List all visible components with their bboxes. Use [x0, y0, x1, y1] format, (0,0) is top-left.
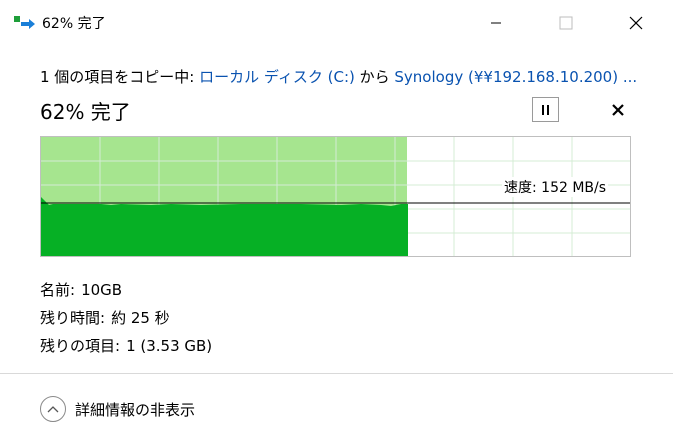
- time-remaining-label: 残り時間:: [40, 309, 106, 327]
- speed-label: 速度: 152 MB/s: [502, 177, 609, 197]
- copy-prefix: 1 個の項目をコピー中:: [40, 68, 200, 86]
- file-copy-icon: [14, 14, 36, 30]
- hide-details-toggle[interactable]: 詳細情報の非表示: [40, 396, 195, 422]
- minimize-icon: [491, 22, 501, 23]
- progress-heading: 62% 完了: [40, 100, 131, 124]
- name-value: 10GB: [81, 281, 123, 299]
- maximize-button[interactable]: [543, 0, 589, 45]
- name-row: 名前: 10GB: [40, 276, 212, 304]
- time-remaining-value: 約 25 秒: [111, 309, 170, 327]
- items-remaining-label: 残りの項目:: [40, 337, 121, 355]
- copy-description: 1 個の項目をコピー中: ローカル ディスク (C:) から Synology …: [40, 66, 637, 87]
- pause-button[interactable]: [532, 97, 559, 122]
- maximize-icon: [559, 16, 573, 29]
- items-remaining-row: 残りの項目: 1 (3.53 GB): [40, 332, 212, 360]
- time-remaining-row: 残り時間: 約 25 秒: [40, 304, 212, 332]
- close-button[interactable]: [613, 0, 659, 45]
- speed-graph-svg: [41, 137, 630, 256]
- copy-middle: から: [354, 68, 395, 86]
- source-link[interactable]: ローカル ディスク (C:): [199, 68, 355, 86]
- title-bar: 62% 完了: [0, 0, 673, 45]
- hide-details-label: 詳細情報の非表示: [75, 400, 196, 419]
- cancel-icon: [612, 104, 624, 116]
- footer-divider: [0, 373, 673, 374]
- window-title: 62% 完了: [42, 16, 106, 32]
- destination-link[interactable]: Synology (¥¥192.168.10.200) ...: [394, 68, 637, 86]
- cancel-button[interactable]: [606, 99, 630, 121]
- speed-area: [41, 197, 408, 256]
- chevron-up-icon: [40, 396, 66, 422]
- minimize-button[interactable]: [473, 0, 519, 45]
- details-panel: 名前: 10GB 残り時間: 約 25 秒 残りの項目: 1 (3.53 GB): [40, 276, 212, 360]
- items-remaining-value: 1 (3.53 GB): [126, 337, 213, 355]
- pause-icon: [542, 104, 549, 115]
- close-icon: [629, 16, 643, 29]
- name-label: 名前:: [40, 281, 76, 299]
